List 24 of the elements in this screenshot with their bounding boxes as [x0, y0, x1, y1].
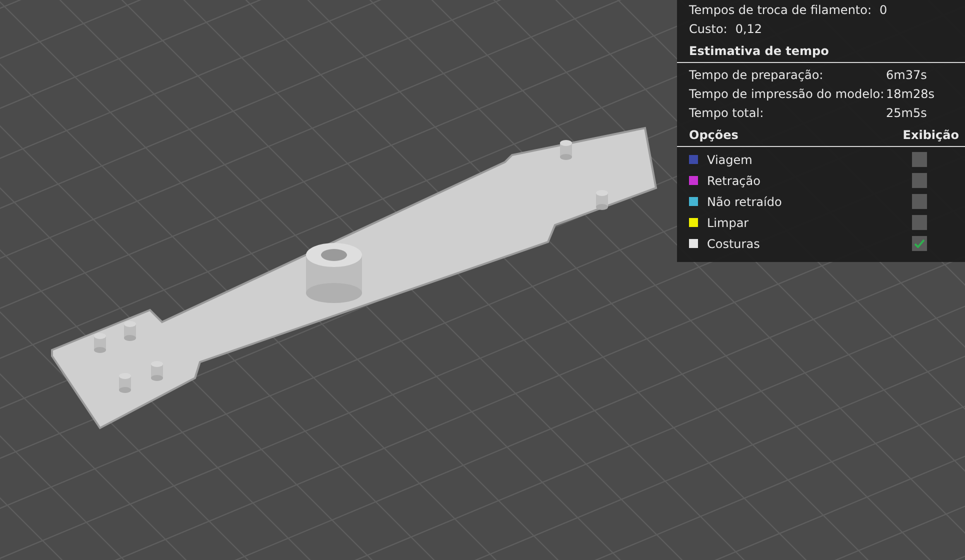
time-label: Tempo total:	[689, 106, 765, 120]
time-label: Tempo de impressão do modelo:	[689, 86, 886, 100]
option-label: Costuras	[707, 236, 760, 250]
time-value: 25m5s	[886, 106, 928, 120]
visibility-checkbox[interactable]	[912, 173, 927, 188]
visibility-checkbox[interactable]	[912, 215, 927, 230]
time-label: Tempo de preparação:	[689, 68, 824, 82]
info-label: Custo:	[689, 22, 728, 36]
option-label: Não retraído	[707, 194, 782, 208]
visibility-checkbox[interactable]	[912, 194, 927, 209]
section-heading: Estimativa de tempo	[689, 44, 829, 58]
info-value: 0,12	[735, 22, 762, 36]
column-heading: Exibição	[902, 128, 959, 142]
column-heading: Opções	[689, 128, 738, 142]
option-label: Viagem	[707, 152, 752, 166]
time-value: 18m28s	[886, 86, 936, 100]
checkmark-icon	[914, 239, 925, 248]
option-label: Limpar	[707, 216, 749, 230]
time-value: 6m37s	[886, 68, 928, 82]
visibility-checkbox[interactable]	[912, 236, 927, 251]
option-label: Retração	[707, 174, 760, 188]
info-label: Tempos de troca de filamento:	[689, 2, 872, 16]
info-value: 0	[880, 2, 888, 16]
visibility-checkbox[interactable]	[912, 152, 927, 167]
